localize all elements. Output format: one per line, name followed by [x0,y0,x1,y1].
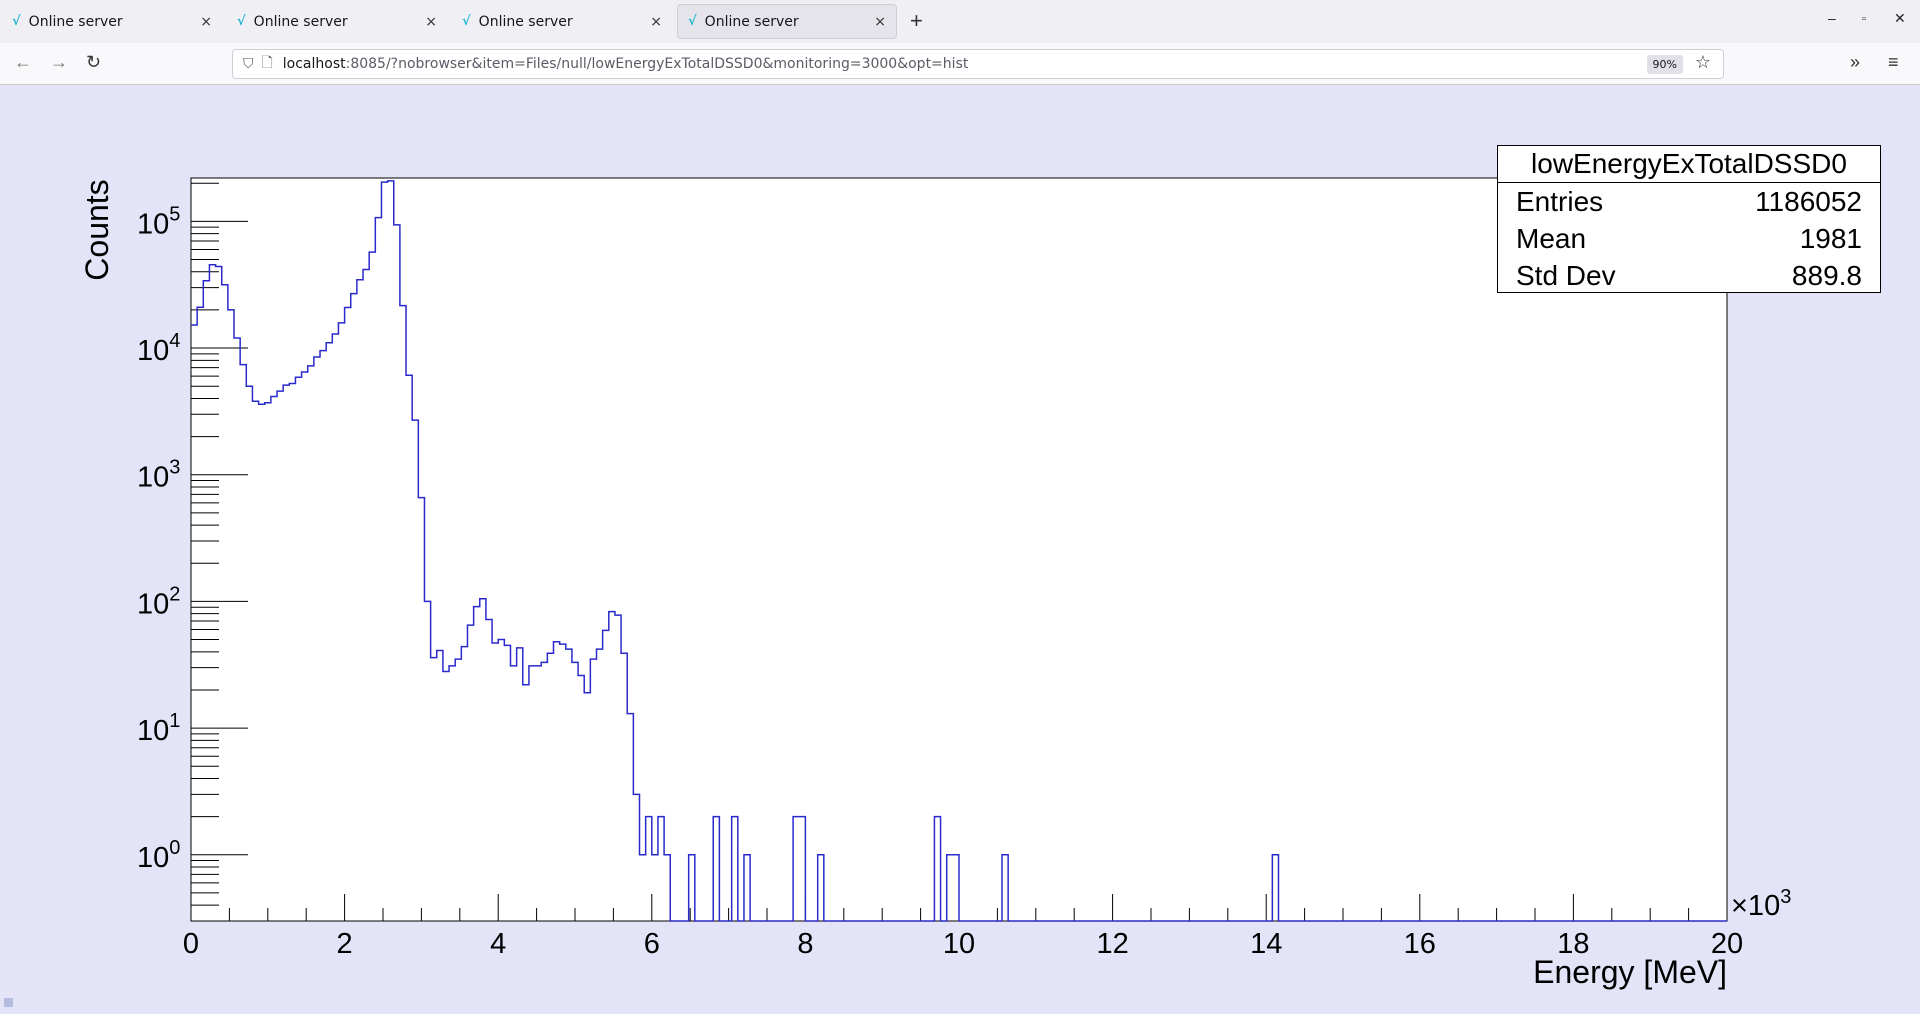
shield-icon[interactable]: ⛉ [243,56,254,72]
maximize-button[interactable]: ▫ [1862,13,1866,25]
stats-value: 1981 [1799,223,1862,254]
x-tick-label: 14 [1250,928,1282,960]
stats-row-stddev: Std Dev 889.8 [1498,257,1880,294]
y-tick-label: 105 [137,203,180,240]
navigation-bar: ← → ↻ ⛉ 🗋 localhost:8085/?nobrowser&item… [0,43,1920,85]
x-tick-label: 16 [1404,928,1436,960]
url-path: :8085/?nobrowser&item=Files/null/lowEner… [345,56,969,72]
stats-label: Mean [1516,223,1587,254]
bookmark-star-icon[interactable]: ☆ [1695,52,1711,73]
y-tick-labels: 100 101 102 103 104 105 [137,203,180,873]
tab-favicon-icon: √ [237,14,246,29]
x-tick-label: 8 [797,928,813,960]
tab-bar: √ Online server × √ Online server × √ Online … [0,0,1920,43]
tab-label: Online server [28,13,123,30]
forward-button[interactable]: → [50,52,68,73]
x-tick-label: 0 [183,928,199,960]
tab-favicon-icon: √ [12,14,21,29]
y-tick-label: 102 [137,583,180,620]
y-tick-label: 101 [137,710,180,747]
stats-value: 889.8 [1791,260,1862,291]
tab-label: Online server [253,13,348,30]
stats-row-mean: Mean 1981 [1498,220,1880,257]
url-bar[interactable]: ⛉ 🗋 localhost:8085/?nobrowser&item=Files… [232,49,1724,79]
tab-online-server-4[interactable]: √ Online server × [677,4,897,39]
stats-title: lowEnergyExTotalDSSD0 [1498,146,1880,183]
x-tick-label: 6 [644,928,660,960]
zoom-level-badge[interactable]: 90% [1646,55,1683,74]
tab-online-server-2[interactable]: √ Online server × [227,4,447,39]
minimize-button[interactable]: – [1828,10,1836,26]
x-axis-label: Energy [MeV] [1533,954,1727,990]
y-axis-label: Counts [79,179,115,280]
close-tab-icon[interactable]: × [425,14,437,30]
reload-button[interactable]: ↻ [86,52,101,73]
tab-favicon-icon: √ [462,14,471,29]
close-tab-icon[interactable]: × [874,14,886,30]
overflow-menu-button[interactable]: » [1850,52,1860,73]
stats-row-entries: Entries 1186052 [1498,183,1880,220]
tab-online-server-1[interactable]: √ Online server × [2,4,222,39]
x-tick-label: 2 [337,928,353,960]
canvas-status-indicator [4,998,13,1007]
tab-favicon-icon: √ [688,14,697,29]
tab-online-server-3[interactable]: √ Online server × [452,4,672,39]
x-tick-labels: 0 2 4 6 8 10 12 14 16 18 20 [183,928,1743,960]
back-button[interactable]: ← [14,52,32,73]
page-icon: 🗋 [261,55,273,71]
x-tick-label: 10 [943,928,975,960]
y-tick-label: 104 [137,330,180,367]
y-tick-label: 100 [137,837,180,874]
url-host: localhost [282,56,346,72]
new-tab-button[interactable]: + [910,8,923,34]
close-tab-icon[interactable]: × [200,14,212,30]
stats-value: 1186052 [1755,186,1862,217]
y-tick-label: 103 [137,457,180,494]
app-menu-button[interactable]: ≡ [1888,52,1899,73]
x-tick-label: 4 [490,928,506,960]
close-tab-icon[interactable]: × [650,14,662,30]
close-window-button[interactable]: ✕ [1894,10,1906,27]
tab-label: Online server [478,13,573,30]
stats-label: Std Dev [1516,260,1616,291]
x-tick-label: 12 [1096,928,1128,960]
x-multiplier-label: ×103 [1731,886,1791,922]
stats-box[interactable]: lowEnergyExTotalDSSD0 Entries 1186052 Mea… [1497,145,1881,293]
stats-label: Entries [1516,186,1604,217]
tab-label: Online server [704,13,799,30]
